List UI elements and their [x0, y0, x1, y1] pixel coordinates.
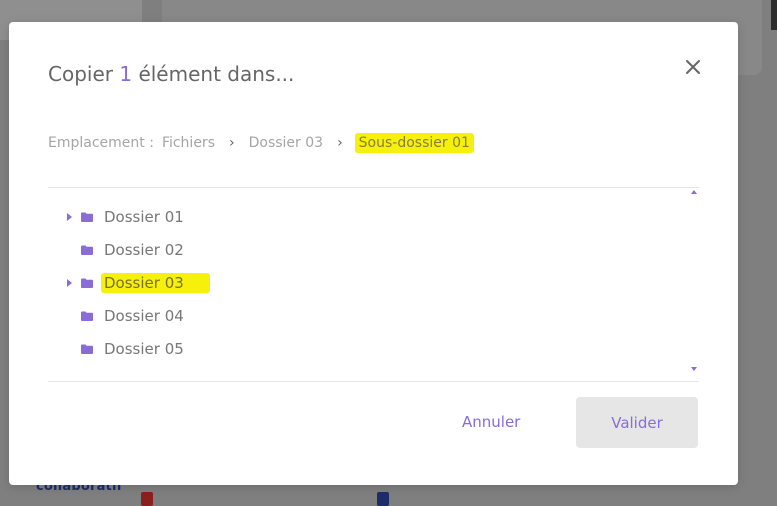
- tree-item-label: Dossier 01: [104, 208, 184, 226]
- title-suffix: élément dans...: [138, 62, 295, 86]
- caret-spacer: [67, 245, 75, 255]
- validate-button[interactable]: Valider: [576, 397, 698, 448]
- dialog-title: Copier 1 élément dans...: [48, 62, 294, 86]
- tree-item-dossier-05[interactable]: Dossier 05: [67, 337, 187, 361]
- breadcrumb-item-dossier-03[interactable]: Dossier 03: [249, 135, 323, 151]
- folder-icon: [81, 311, 93, 321]
- pdf-file-icon: [141, 492, 153, 506]
- copy-dialog: Copier 1 élément dans... Emplacement : F…: [9, 22, 738, 485]
- breadcrumb-item-fichiers[interactable]: Fichiers: [162, 135, 215, 151]
- tree-item-label: Dossier 05: [104, 340, 184, 358]
- scroll-down-arrow-icon[interactable]: [691, 367, 697, 371]
- caret-right-icon[interactable]: [67, 212, 75, 222]
- background-corner: [771, 0, 777, 30]
- tree-item-dossier-01[interactable]: Dossier 01: [67, 205, 187, 229]
- tree-item-label: Dossier 03: [101, 273, 210, 293]
- breadcrumb-current: Sous-dossier 01: [354, 133, 474, 153]
- title-prefix: Copier: [48, 62, 113, 86]
- scroll-up-arrow-icon[interactable]: [691, 190, 697, 194]
- tree-item-dossier-02[interactable]: Dossier 02: [67, 238, 187, 262]
- close-icon: [686, 60, 700, 74]
- caret-right-icon[interactable]: [67, 278, 75, 288]
- folder-icon: [81, 212, 93, 222]
- tree-item-label: Dossier 02: [104, 241, 184, 259]
- folder-icon: [81, 245, 93, 255]
- tree-item-dossier-04[interactable]: Dossier 04: [67, 304, 187, 328]
- chevron-right-icon: ›: [228, 135, 235, 151]
- tree-item-label: Dossier 04: [104, 307, 184, 325]
- breadcrumb-label: Emplacement :: [48, 135, 154, 151]
- close-button[interactable]: [681, 55, 705, 79]
- item-count: 1: [119, 62, 133, 86]
- breadcrumb: Emplacement : Fichiers › Dossier 03 › So…: [48, 133, 474, 153]
- folder-icon: [81, 344, 93, 354]
- folder-tree[interactable]: Dossier 01 Dossier 02 Dossier 03 Dossier…: [48, 187, 699, 382]
- cancel-button[interactable]: Annuler: [462, 410, 520, 434]
- doc-file-icon: [377, 492, 389, 506]
- caret-spacer: [67, 311, 75, 321]
- tree-item-dossier-03[interactable]: Dossier 03: [67, 271, 210, 295]
- chevron-right-icon: ›: [337, 135, 343, 151]
- folder-icon: [81, 278, 93, 288]
- caret-spacer: [67, 344, 75, 354]
